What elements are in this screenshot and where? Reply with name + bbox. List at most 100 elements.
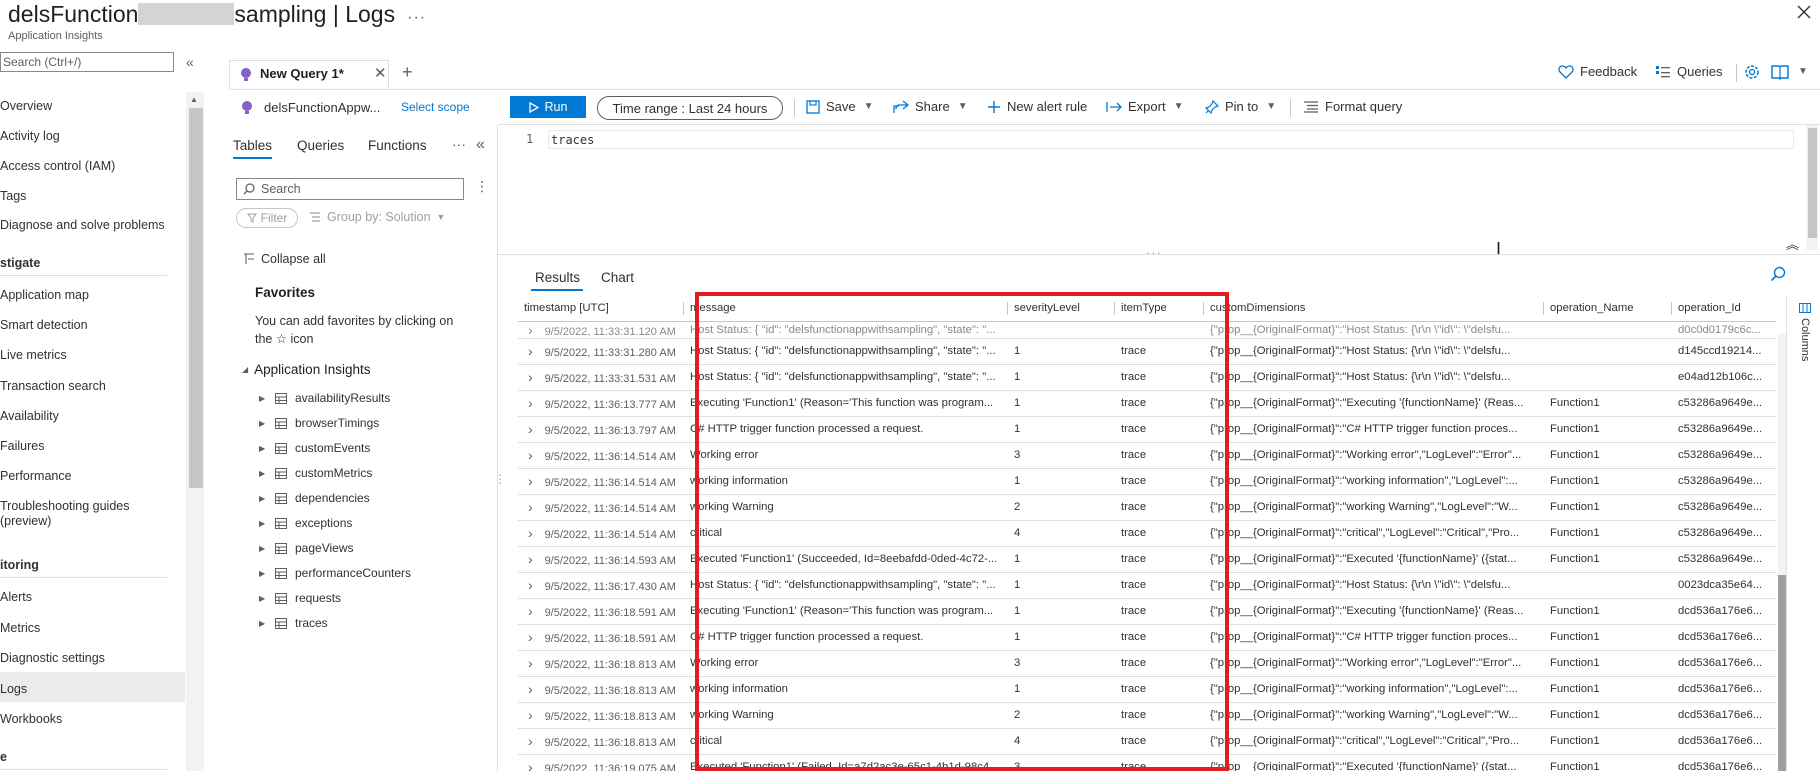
time-range-picker[interactable]: Time range : Last 24 hours: [597, 96, 783, 120]
nav-collapse-button[interactable]: «: [186, 54, 194, 70]
nav-item-smart-detection[interactable]: Smart detection: [0, 316, 185, 342]
chevron-down-icon[interactable]: ▼: [1798, 66, 1808, 77]
query-editor[interactable]: traces: [548, 130, 1794, 149]
table-item[interactable]: ▶ dependencies: [259, 491, 370, 505]
chevron-right-icon[interactable]: ›: [528, 655, 537, 671]
search-icon[interactable]: [1770, 266, 1786, 282]
select-scope-link[interactable]: Select scope: [401, 100, 470, 114]
chevron-right-icon[interactable]: ›: [528, 733, 537, 749]
nav-item-troubleshooting[interactable]: Troubleshooting guides (preview): [0, 499, 185, 533]
table-row[interactable]: › 9/5/2022, 11:36:14.514 AM working infor…: [518, 468, 1776, 495]
share-button[interactable]: Share ▼: [893, 99, 968, 114]
nav-item-logs[interactable]: Logs: [0, 680, 185, 706]
chevron-right-icon[interactable]: ›: [528, 369, 537, 385]
queries-button[interactable]: Queries: [1655, 64, 1723, 79]
nav-item-diagnostic-settings[interactable]: Diagnostic settings: [0, 649, 185, 675]
nav-item-overview[interactable]: Overview: [0, 97, 185, 123]
table-item[interactable]: ▶ pageViews: [259, 541, 354, 555]
format-query-button[interactable]: Format query: [1303, 99, 1402, 114]
chevron-right-icon[interactable]: ›: [528, 551, 537, 567]
close-icon[interactable]: [1796, 4, 1816, 24]
chevron-right-icon[interactable]: ›: [528, 629, 537, 645]
nav-item-failures[interactable]: Failures: [0, 437, 185, 463]
more-options-button[interactable]: ···: [407, 9, 426, 26]
chevron-right-icon[interactable]: ›: [528, 681, 537, 697]
nav-item-workbooks[interactable]: Workbooks: [0, 710, 185, 736]
more-options-button[interactable]: ···: [452, 136, 466, 152]
table-item[interactable]: ▶ availabilityResults: [259, 391, 390, 405]
nav-item-activity-log[interactable]: Activity log: [0, 127, 185, 153]
nav-item-performance[interactable]: Performance: [0, 467, 185, 493]
editor-scrollbar-thumb[interactable]: [1808, 128, 1817, 238]
table-row[interactable]: › 9/5/2022, 11:36:18.813 AM working infor…: [518, 676, 1776, 703]
nav-scrollbar-thumb[interactable]: [189, 108, 203, 488]
table-row[interactable]: › 9/5/2022, 11:36:18.591 AM C# HTTP trigg…: [518, 624, 1776, 651]
chevron-right-icon[interactable]: ›: [528, 395, 537, 411]
new-alert-rule-button[interactable]: New alert rule: [987, 99, 1087, 114]
column-header-message[interactable]: message: [684, 295, 1008, 322]
nav-item-access-control[interactable]: Access control (IAM): [0, 157, 185, 183]
table-row[interactable]: › 9/5/2022, 11:36:18.813 AM working Warni…: [518, 702, 1776, 729]
table-item[interactable]: ▶ performanceCounters: [259, 566, 411, 580]
add-tab-button[interactable]: +: [402, 62, 413, 83]
collapse-editor-icon[interactable]: ︽: [1786, 234, 1799, 253]
column-header-operation-id[interactable]: operation_Id: [1672, 295, 1776, 322]
nav-item-tags[interactable]: Tags: [0, 187, 185, 213]
table-row[interactable]: › 9/5/2022, 11:36:18.591 AM Executing 'Fu…: [518, 598, 1776, 625]
table-row[interactable]: › 9/5/2022, 11:36:14.593 AM Executed 'Fun…: [518, 546, 1776, 573]
columns-label[interactable]: Columns: [1799, 318, 1811, 361]
collapse-panel-button[interactable]: «: [476, 136, 485, 154]
more-vertical-icon[interactable]: ⋮: [475, 178, 489, 195]
table-row[interactable]: › 9/5/2022, 11:36:19.075 AM Executed 'Fun…: [518, 754, 1776, 771]
table-row[interactable]: › 9/5/2022, 11:36:13.777 AM Executing 'Fu…: [518, 390, 1776, 417]
tab-chart[interactable]: Chart: [601, 270, 634, 285]
table-row[interactable]: › 9/5/2022, 11:36:18.813 AM Working error…: [518, 650, 1776, 677]
chevron-right-icon[interactable]: ›: [528, 603, 537, 619]
chevron-right-icon[interactable]: ›: [528, 759, 537, 771]
table-item[interactable]: ▶ browserTimings: [259, 416, 379, 430]
table-item[interactable]: ▶ requests: [259, 591, 341, 605]
columns-icon[interactable]: [1799, 303, 1811, 313]
scroll-up-icon[interactable]: ▲: [190, 95, 198, 104]
table-row[interactable]: › 9/5/2022, 11:36:14.514 AM critical 4 trac…: [518, 520, 1776, 547]
collapse-all-button[interactable]: Collapse all: [243, 252, 326, 266]
table-row-partial[interactable]: › 9/5/2022, 11:33:31.120 AM Host Status: …: [518, 321, 1776, 339]
column-header-timestamp[interactable]: timestamp [UTC]: [518, 295, 684, 322]
chevron-right-icon[interactable]: ›: [528, 473, 537, 489]
chevron-right-icon[interactable]: ›: [528, 343, 537, 359]
schema-search-input[interactable]: Search: [236, 178, 464, 200]
tab-results[interactable]: Results: [535, 270, 580, 285]
editor-resize-handle[interactable]: ···: [1146, 245, 1162, 260]
table-item[interactable]: ▶ customMetrics: [259, 466, 372, 480]
chevron-right-icon[interactable]: ›: [528, 525, 537, 541]
tab-tables[interactable]: Tables: [233, 138, 272, 153]
nav-item-metrics[interactable]: Metrics: [0, 619, 185, 645]
column-header-severity[interactable]: severityLevel: [1008, 295, 1115, 322]
nav-search-input[interactable]: Search (Ctrl+/): [0, 52, 174, 72]
table-row[interactable]: › 9/5/2022, 11:36:18.813 AM critical 4 trac…: [518, 728, 1776, 755]
chevron-right-icon[interactable]: ›: [528, 577, 537, 593]
filter-button[interactable]: Filter: [236, 208, 298, 228]
table-row[interactable]: › 9/5/2022, 11:33:31.280 AM Host Status: …: [518, 338, 1776, 365]
gear-icon[interactable]: [1743, 63, 1761, 81]
table-row[interactable]: › 9/5/2022, 11:36:14.514 AM Working error…: [518, 442, 1776, 469]
tab-queries[interactable]: Queries: [297, 138, 344, 153]
table-item[interactable]: ▶ exceptions: [259, 516, 352, 530]
nav-item-availability[interactable]: Availability: [0, 407, 185, 433]
save-button[interactable]: Save ▼: [806, 99, 874, 114]
feedback-button[interactable]: Feedback: [1558, 64, 1637, 79]
chevron-right-icon[interactable]: ›: [528, 322, 537, 338]
results-scrollbar-thumb[interactable]: [1778, 575, 1786, 771]
pin-to-button[interactable]: Pin to ▼: [1205, 99, 1276, 114]
column-header-operation-name[interactable]: operation_Name: [1544, 295, 1672, 322]
nav-item-transaction-search[interactable]: Transaction search: [0, 377, 185, 403]
panel-splitter-handle[interactable]: ⋮: [494, 472, 506, 486]
chevron-right-icon[interactable]: ›: [528, 499, 537, 515]
chevron-right-icon[interactable]: ›: [528, 447, 537, 463]
close-tab-icon[interactable]: ✕: [374, 64, 387, 82]
nav-item-alerts[interactable]: Alerts: [0, 588, 185, 614]
nav-item-application-map[interactable]: Application map: [0, 286, 185, 312]
nav-item-diagnose[interactable]: Diagnose and solve problems: [0, 216, 185, 242]
group-by-dropdown[interactable]: Group by: Solution ▼: [309, 210, 445, 224]
columns-pane[interactable]: [1786, 295, 1820, 771]
